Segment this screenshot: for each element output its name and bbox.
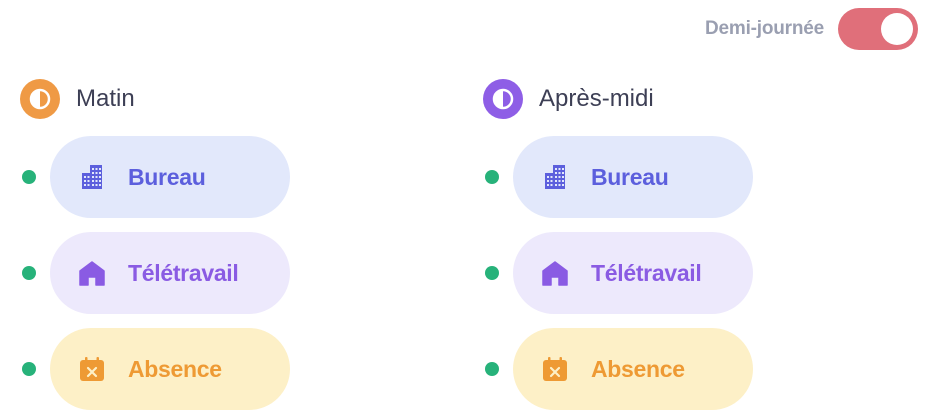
option-label: Bureau bbox=[128, 163, 206, 190]
afternoon-title: Après-midi bbox=[539, 85, 654, 112]
option-label: Télétravail bbox=[128, 259, 239, 286]
status-dot bbox=[485, 170, 499, 184]
building-icon bbox=[78, 163, 106, 191]
afternoon-column: Après-midi Bureau Télétravail Absence bbox=[483, 76, 783, 410]
half-circle-icon bbox=[20, 79, 60, 119]
afternoon-option-remote: Télétravail bbox=[483, 232, 783, 314]
afternoon-remote-button[interactable]: Télétravail bbox=[513, 232, 753, 314]
calendar-x-icon bbox=[541, 355, 569, 383]
morning-option-absence: Absence bbox=[20, 328, 320, 410]
half-circle-icon bbox=[483, 79, 523, 119]
status-dot bbox=[485, 266, 499, 280]
house-icon bbox=[541, 259, 569, 287]
option-label: Télétravail bbox=[591, 259, 702, 286]
morning-absence-button[interactable]: Absence bbox=[50, 328, 290, 410]
afternoon-option-absence: Absence bbox=[483, 328, 783, 410]
status-dot bbox=[22, 362, 36, 376]
morning-title: Matin bbox=[76, 85, 135, 112]
house-icon bbox=[78, 259, 106, 287]
calendar-x-icon bbox=[78, 355, 106, 383]
status-dot bbox=[22, 170, 36, 184]
afternoon-header: Après-midi bbox=[483, 76, 783, 122]
morning-header: Matin bbox=[20, 76, 320, 122]
option-label: Bureau bbox=[591, 163, 669, 190]
half-day-switch[interactable] bbox=[838, 8, 918, 50]
option-label: Absence bbox=[128, 355, 222, 382]
afternoon-absence-button[interactable]: Absence bbox=[513, 328, 753, 410]
morning-column: Matin Bureau Télétravail Absence bbox=[20, 76, 320, 410]
half-day-toggle-row: Demi-journée bbox=[705, 8, 918, 50]
switch-knob bbox=[881, 13, 913, 45]
status-dot bbox=[485, 362, 499, 376]
morning-option-office: Bureau bbox=[20, 136, 320, 218]
morning-office-button[interactable]: Bureau bbox=[50, 136, 290, 218]
half-day-label: Demi-journée bbox=[704, 18, 824, 39]
afternoon-office-button[interactable]: Bureau bbox=[513, 136, 753, 218]
morning-option-remote: Télétravail bbox=[20, 232, 320, 314]
status-dot bbox=[22, 266, 36, 280]
option-label: Absence bbox=[591, 355, 685, 382]
building-icon bbox=[541, 163, 569, 191]
afternoon-option-office: Bureau bbox=[483, 136, 783, 218]
morning-remote-button[interactable]: Télétravail bbox=[50, 232, 290, 314]
